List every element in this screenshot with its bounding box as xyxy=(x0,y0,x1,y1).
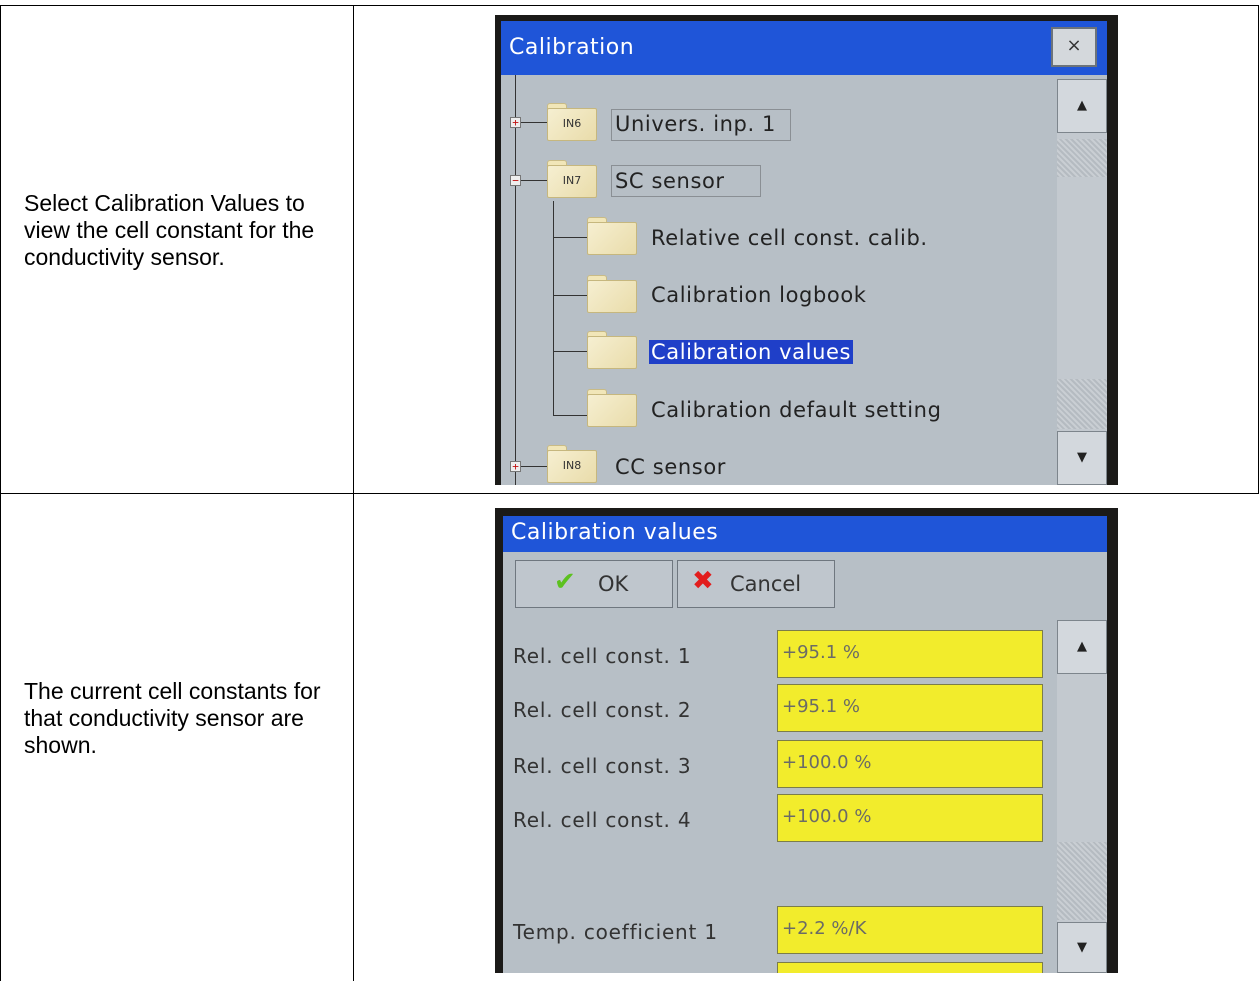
table-row-divider xyxy=(0,493,1259,494)
folder-tag: IN7 xyxy=(562,174,582,187)
tree-branch-line xyxy=(553,201,554,415)
field-label: Temp. coefficient 1 xyxy=(513,920,718,944)
table-column-divider xyxy=(353,5,354,981)
ok-button[interactable]: ✔ OK xyxy=(515,560,673,608)
folder-icon xyxy=(587,389,637,427)
calibration-values-screen: Calibration values ✔ OK ✖ Cancel Rel. ce… xyxy=(503,516,1107,973)
folder-icon: IN8 xyxy=(547,445,597,483)
folder-icon xyxy=(587,331,637,369)
folder-tag: IN8 xyxy=(562,459,582,472)
calibration-titlebar: Calibration xyxy=(501,21,1107,75)
calibration-tree-screenshot: Calibration × + IN6 Univers. inp. 1 − IN… xyxy=(495,15,1118,485)
folder-icon: IN6 xyxy=(547,103,597,141)
calibration-values-titlebar: Calibration values xyxy=(503,516,1107,552)
scroll-up-button[interactable]: ▲ xyxy=(1057,620,1107,674)
scroll-thumb[interactable] xyxy=(1057,139,1107,177)
field-value[interactable]: +95.1 % xyxy=(777,684,1043,732)
scroll-up-button[interactable]: ▲ xyxy=(1057,79,1107,133)
tree-node-calibration-logbook[interactable]: Calibration logbook xyxy=(651,283,867,307)
close-button[interactable]: × xyxy=(1051,27,1097,67)
scroll-track-texture xyxy=(1057,379,1107,429)
expand-icon[interactable]: + xyxy=(510,461,521,472)
field-label: Rel. cell const. 2 xyxy=(513,698,692,722)
table-border-left xyxy=(0,5,1,981)
values-scrollbar[interactable]: ▲ ▼ xyxy=(1057,620,1107,973)
tree-node-relative-cell-const-calib[interactable]: Relative cell const. calib. xyxy=(651,226,928,250)
calibration-values-screenshot: Calibration values ✔ OK ✖ Cancel Rel. ce… xyxy=(495,508,1118,973)
table-border-top xyxy=(0,5,1259,6)
tree-root-line xyxy=(515,75,516,485)
tree-connector xyxy=(553,295,587,296)
tree-connector xyxy=(553,351,587,352)
field-label: Rel. cell const. 4 xyxy=(513,808,692,832)
field-label: Rel. cell const. 3 xyxy=(513,754,692,778)
expand-icon[interactable]: + xyxy=(510,117,521,128)
scroll-track-texture xyxy=(1057,842,1107,920)
instruction-text-1: Select Calibration Values to view the ce… xyxy=(24,190,315,270)
tree-node-calibration-default-setting[interactable]: Calibration default setting xyxy=(651,398,942,422)
tree-node-cc-sensor[interactable]: CC sensor xyxy=(615,455,726,479)
cancel-button[interactable]: ✖ Cancel xyxy=(677,560,835,608)
field-value-partial[interactable] xyxy=(777,962,1043,973)
calibration-title: Calibration xyxy=(509,35,635,60)
tree-connector xyxy=(553,415,587,416)
field-value[interactable]: +95.1 % xyxy=(777,630,1043,678)
tree-label-univers-inp-1: Univers. inp. 1 xyxy=(615,112,776,136)
tree-connector xyxy=(553,237,587,238)
field-value[interactable]: +100.0 % xyxy=(777,740,1043,788)
calibration-screen: Calibration × + IN6 Univers. inp. 1 − IN… xyxy=(501,21,1107,485)
tree-label-sc-sensor: SC sensor xyxy=(615,169,725,193)
scroll-down-button[interactable]: ▼ xyxy=(1057,922,1107,973)
instruction-text-2: The current cell constants for that cond… xyxy=(24,678,321,758)
tree-node-calibration-values[interactable]: Calibration values xyxy=(649,340,854,364)
folder-icon: IN7 xyxy=(547,160,597,198)
tree-scrollbar[interactable]: ▲ ▼ xyxy=(1057,79,1107,485)
folder-icon xyxy=(587,217,637,255)
field-value[interactable]: +2.2 %/K xyxy=(777,906,1043,954)
scroll-down-button[interactable]: ▼ xyxy=(1057,431,1107,485)
x-icon: ✖ xyxy=(692,566,714,596)
calibration-values-title: Calibration values xyxy=(511,520,719,545)
folder-tag: IN6 xyxy=(562,117,582,130)
checkmark-icon: ✔ xyxy=(554,567,576,597)
field-value[interactable]: +100.0 % xyxy=(777,794,1043,842)
folder-icon xyxy=(587,275,637,313)
collapse-icon[interactable]: − xyxy=(510,175,521,186)
field-label: Rel. cell const. 1 xyxy=(513,644,692,668)
